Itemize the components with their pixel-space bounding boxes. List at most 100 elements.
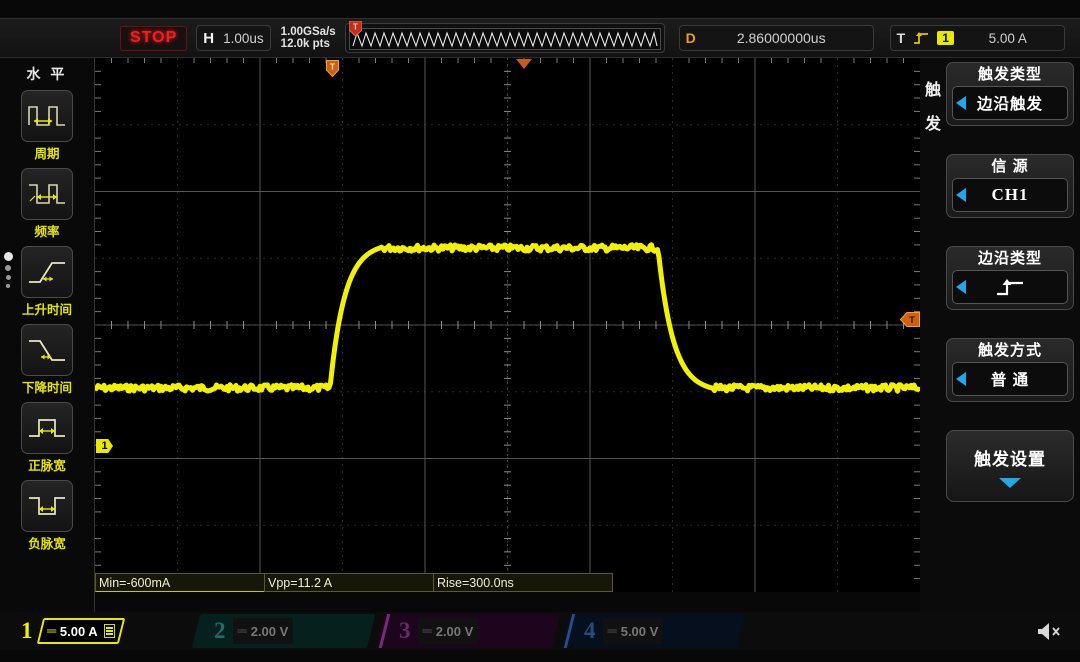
arrow-left-icon — [956, 96, 966, 110]
arrow-left-icon — [956, 372, 966, 386]
channel-3-box[interactable]: ═ 2.00 V — [418, 618, 479, 644]
sidebar-item-label: 下降时间 — [0, 377, 94, 396]
top-status-bar: STOP H 1.00us 1.00GSa/s 12.0k pts T D 2.… — [0, 18, 1080, 58]
sidebar-item-negative-pulse-width[interactable]: 负脉宽 — [0, 480, 94, 552]
trigger-mode-value: 普 通 — [991, 368, 1029, 390]
channel-2-number: 2 — [205, 618, 233, 644]
measure-sidebar: 水 平 周期 频率 — [0, 58, 95, 612]
delay-value: 2.86000000us — [696, 30, 867, 46]
trigger-source-label: 信 源 — [948, 156, 1072, 178]
run-stop-badge[interactable]: STOP — [120, 26, 187, 51]
waveform-plot-area[interactable]: 1 T T Min=-600mA Vpp=11.2 A Rise=300.0ns — [95, 58, 920, 592]
horizontal-scale-box[interactable]: H 1.00us — [196, 25, 270, 51]
period-button[interactable] — [21, 90, 73, 142]
trigger-menu-title: 触 发 — [922, 74, 944, 142]
center-reference-marker-icon — [516, 59, 532, 69]
horizontal-value: 1.00us — [223, 31, 264, 46]
rising-edge-icon — [995, 277, 1025, 297]
svg-text:T: T — [909, 315, 915, 325]
sidebar-item-label: 负脉宽 — [0, 533, 94, 552]
fall-time-button[interactable] — [21, 324, 73, 376]
channel-4-status[interactable]: 4 ═ 5.00 V — [575, 612, 663, 650]
delay-box[interactable]: D 2.86000000us — [679, 25, 874, 51]
rise-time-icon — [27, 255, 67, 289]
trigger-settings-label: 触发设置 — [974, 445, 1046, 470]
positive-pulse-width-icon — [27, 411, 67, 445]
trigger-source-value-box[interactable]: CH1 — [952, 178, 1068, 212]
trigger-mode-value-box[interactable]: 普 通 — [952, 362, 1068, 396]
trigger-mode-label: 触发方式 — [948, 340, 1072, 362]
channel-2-status[interactable]: 2 ═ 2.00 V — [205, 612, 293, 650]
trigger-mode-group[interactable]: 触发方式 普 通 — [946, 338, 1074, 402]
trigger-menu-panel: 触 发 触发类型 边沿触发 信 源 CH1 边沿类型 — [920, 58, 1080, 612]
measurement-min[interactable]: Min=-600mA — [95, 573, 265, 592]
trigger-position-marker-icon[interactable]: T — [326, 60, 339, 77]
edge-type-label: 边沿类型 — [948, 248, 1072, 270]
channel-3-number: 3 — [390, 618, 418, 644]
channel-1-box[interactable]: ═ 5.00 A — [36, 618, 125, 644]
channel-1-scale: 5.00 A — [60, 624, 98, 639]
trigger-level-marker-icon[interactable]: T — [900, 312, 920, 327]
bandwidth-limit-icon — [104, 624, 115, 638]
negative-pulse-width-button[interactable] — [21, 480, 73, 532]
horizontal-label: H — [203, 30, 214, 47]
channel-status-bar: 1 ═ 5.00 A 2 ═ 2.00 V 3 ═ 2.00 V — [0, 612, 1080, 650]
dc-coupling-icon: ═ — [608, 627, 617, 635]
channel-1-number: 1 — [12, 618, 40, 644]
sidebar-item-period[interactable]: 周期 — [0, 90, 94, 162]
dc-coupling-icon: ═ — [423, 627, 432, 635]
graticule-grid — [95, 58, 920, 592]
trigger-settings-button[interactable]: 触发设置 — [946, 430, 1074, 502]
mute-icon[interactable] — [1036, 620, 1062, 642]
trigger-label: T — [897, 30, 906, 46]
trigger-type-group[interactable]: 触发类型 边沿触发 — [946, 62, 1074, 126]
negative-pulse-width-icon — [27, 489, 67, 523]
measurement-rise[interactable]: Rise=300.0ns — [433, 573, 613, 592]
channel-4-number: 4 — [575, 618, 603, 644]
channel-4-scale: 5.00 V — [621, 624, 659, 639]
trigger-level-value: 5.00 A — [958, 31, 1058, 46]
trigger-source-chip: 1 — [937, 31, 954, 45]
sample-rate-info: 1.00GSa/s 12.0k pts — [281, 26, 336, 51]
sidebar-item-rise-time[interactable]: 上升时间 — [0, 246, 94, 318]
chevron-down-icon — [999, 478, 1021, 488]
channel-1-status[interactable]: 1 ═ 5.00 A — [12, 612, 122, 650]
waveform-preview-strip[interactable]: T — [345, 23, 665, 53]
positive-pulse-width-button[interactable] — [21, 402, 73, 454]
sidebar-item-fall-time[interactable]: 下降时间 — [0, 324, 94, 396]
arrow-left-icon — [956, 280, 966, 294]
sidebar-item-label: 正脉宽 — [0, 455, 94, 474]
trigger-source-group[interactable]: 信 源 CH1 — [946, 154, 1074, 218]
trigger-status-box[interactable]: T 1 5.00 A — [890, 25, 1065, 51]
sidebar-item-label: 周期 — [0, 143, 94, 162]
channel-2-scale: 2.00 V — [251, 624, 289, 639]
frequency-button[interactable] — [21, 168, 73, 220]
dc-coupling-icon: ═ — [47, 627, 56, 635]
measurement-vpp[interactable]: Vpp=11.2 A — [264, 573, 434, 592]
delay-label: D — [686, 30, 696, 46]
period-icon — [27, 99, 67, 133]
fall-time-icon — [27, 333, 67, 367]
channel-2-box[interactable]: ═ 2.00 V — [233, 618, 294, 644]
sidebar-title: 水 平 — [0, 58, 94, 84]
scroll-indicator-dots — [4, 252, 13, 292]
trigger-type-value-box[interactable]: 边沿触发 — [952, 86, 1068, 120]
trigger-source-value: CH1 — [992, 185, 1029, 205]
edge-type-group[interactable]: 边沿类型 — [946, 246, 1074, 310]
svg-text:T: T — [330, 62, 336, 72]
frequency-icon — [27, 177, 67, 211]
sidebar-item-label: 上升时间 — [0, 299, 94, 318]
sidebar-item-positive-pulse-width[interactable]: 正脉宽 — [0, 402, 94, 474]
channel-3-scale: 2.00 V — [436, 624, 474, 639]
trigger-type-value: 边沿触发 — [977, 92, 1043, 114]
sidebar-item-label: 频率 — [0, 221, 94, 240]
channel-3-status[interactable]: 3 ═ 2.00 V — [390, 612, 478, 650]
preview-waveform — [349, 28, 661, 50]
sidebar-item-frequency[interactable]: 频率 — [0, 168, 94, 240]
measurement-results-bar: Min=-600mA Vpp=11.2 A Rise=300.0ns — [95, 573, 615, 592]
channel-4-box[interactable]: ═ 5.00 V — [603, 618, 664, 644]
rise-time-button[interactable] — [21, 246, 73, 298]
trigger-type-label: 触发类型 — [948, 64, 1072, 86]
svg-text:T: T — [353, 23, 358, 32]
edge-type-value-box[interactable] — [952, 270, 1068, 304]
